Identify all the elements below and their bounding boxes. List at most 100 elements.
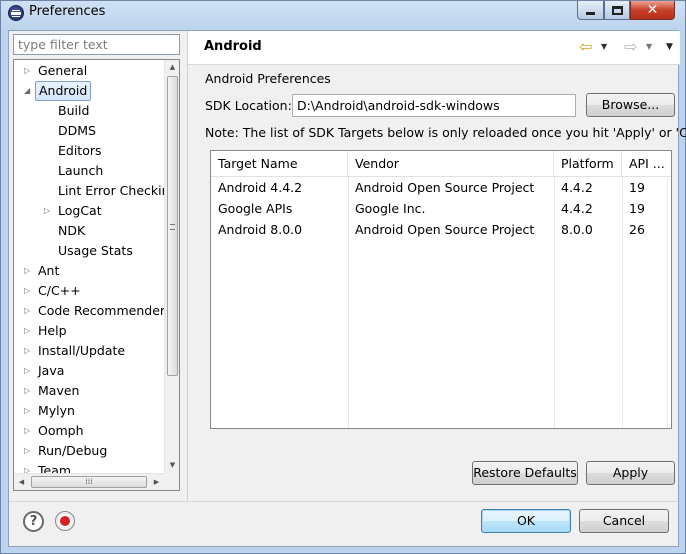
tree-item-label: Maven xyxy=(38,383,80,398)
tree-item-label: C/C++ xyxy=(38,283,81,298)
minimize-button[interactable] xyxy=(577,1,604,20)
maximize-icon xyxy=(611,5,623,15)
table-row[interactable]: Android 4.4.2 Android Open Source Projec… xyxy=(211,177,671,198)
help-icon[interactable]: ? xyxy=(23,511,44,532)
expand-arrow-icon[interactable]: ▷ xyxy=(24,341,34,361)
tree-item-label: Lint Error Checking xyxy=(58,183,178,198)
preference-tree[interactable]: ▷ General ◢ Android Build DDMS Editors Launch Li… xyxy=(13,59,180,491)
scroll-right-icon[interactable]: ▶ xyxy=(149,474,164,490)
maximize-button[interactable] xyxy=(604,1,630,20)
expand-arrow-icon[interactable]: ▷ xyxy=(24,361,34,381)
tree-item[interactable]: ▷ General xyxy=(14,61,164,81)
sdk-targets-table[interactable]: Target Name Vendor Platform API ... Andr… xyxy=(210,150,672,429)
close-button[interactable]: ✕ xyxy=(630,1,675,20)
back-arrow-icon[interactable]: ⇦ xyxy=(579,37,592,57)
scroll-thumb[interactable] xyxy=(167,76,178,376)
expand-arrow-icon[interactable]: ▷ xyxy=(24,421,34,441)
cancel-button[interactable]: Cancel xyxy=(579,509,669,533)
scroll-down-icon[interactable]: ▼ xyxy=(165,458,179,473)
tree-item-label: Oomph xyxy=(38,423,84,438)
tree-item[interactable]: ▷ Maven xyxy=(14,381,164,401)
cell-vendor: Google Inc. xyxy=(355,201,426,216)
tree-item[interactable]: ▷ Java xyxy=(14,361,164,381)
scroll-up-icon[interactable]: ▲ xyxy=(165,60,179,75)
preferences-heading: Android Preferences xyxy=(205,71,331,86)
tree-item-label: Usage Stats xyxy=(58,243,133,258)
sdk-location-label: SDK Location: xyxy=(205,98,292,113)
cell-vendor: Android Open Source Project xyxy=(355,222,535,237)
cell-platform: 8.0.0 xyxy=(561,222,593,237)
tree-item[interactable]: ▷ Ant xyxy=(14,261,164,281)
page-title: Android xyxy=(204,39,262,54)
minimize-icon xyxy=(586,11,595,15)
tree-item-label: DDMS xyxy=(58,123,96,138)
tree-item[interactable]: Usage Stats xyxy=(14,241,164,261)
tree-item[interactable]: ▷ Help xyxy=(14,321,164,341)
browse-button[interactable]: Browse... xyxy=(586,93,675,117)
tree-item-label: General xyxy=(38,63,88,78)
tree-item[interactable]: ▷ Code Recommenders xyxy=(14,301,172,321)
tree-vertical-scrollbar[interactable]: ▲ ▼ xyxy=(164,60,179,473)
table-row[interactable]: Google APIs Google Inc. 4.4.2 19 xyxy=(211,198,671,219)
tree-item[interactable]: ▷ Oomph xyxy=(14,421,164,441)
column-header-platform[interactable]: Platform xyxy=(554,151,622,177)
column-header-vendor[interactable]: Vendor xyxy=(348,151,554,177)
tree-item[interactable]: Editors xyxy=(14,141,164,161)
back-history-dropdown-icon[interactable]: ▼ xyxy=(601,37,607,57)
scroll-grip-icon xyxy=(170,224,175,230)
horizontal-scroll-thumb[interactable]: ⁞⁞⁞ xyxy=(31,476,147,488)
record-macro-icon[interactable] xyxy=(55,511,75,531)
tree-item-label: Code Recommenders xyxy=(38,303,172,318)
expand-arrow-icon[interactable]: ▷ xyxy=(24,321,34,341)
restore-defaults-button[interactable]: Restore Defaults xyxy=(472,461,578,485)
column-header-target-name[interactable]: Target Name xyxy=(211,151,348,177)
sdk-location-input[interactable]: D:\Android\android-sdk-windows xyxy=(292,94,576,117)
tree-item[interactable]: ◢ Android xyxy=(14,81,164,101)
tree-horizontal-scrollbar[interactable]: ◀ ⁞⁞⁞ ▶ xyxy=(14,473,164,490)
view-menu-icon[interactable]: ▼ xyxy=(666,37,673,57)
expand-arrow-icon[interactable]: ▷ xyxy=(24,381,34,401)
tree-item[interactable]: Lint Error Checking xyxy=(14,181,177,201)
expand-arrow-icon[interactable]: ▷ xyxy=(24,401,34,421)
tree-item-label: Mylyn xyxy=(38,403,75,418)
cell-api: 19 xyxy=(629,201,645,216)
dialog-client-area: type filter text ▷ General ◢ Android Build DD… xyxy=(8,30,686,547)
tree-item[interactable]: Launch xyxy=(14,161,164,181)
cell-api: 26 xyxy=(629,222,645,237)
expand-arrow-icon[interactable]: ▷ xyxy=(24,281,34,301)
collapse-arrow-icon[interactable]: ◢ xyxy=(24,81,34,101)
tree-item[interactable]: DDMS xyxy=(14,121,164,141)
forward-history-dropdown-icon[interactable]: ▼ xyxy=(646,37,652,57)
tree-item[interactable]: ▷ LogCat xyxy=(14,201,164,221)
page-header: Android ⇦ ▼ ⇨ ▼ ▼ xyxy=(188,31,680,65)
forward-arrow-icon[interactable]: ⇨ xyxy=(624,37,637,57)
title-bar[interactable]: Preferences ✕ xyxy=(1,1,685,25)
panel-divider[interactable] xyxy=(187,31,188,501)
expand-arrow-icon[interactable]: ▷ xyxy=(24,441,34,461)
sdk-targets-note: Note: The list of SDK Targets below is o… xyxy=(205,125,686,140)
cell-target-name: Google APIs xyxy=(218,201,293,216)
tree-item-label: LogCat xyxy=(58,203,102,218)
tree-item[interactable]: Build xyxy=(14,101,164,121)
tree-item-label: Android xyxy=(35,81,92,101)
tree-item[interactable]: ▷ C/C++ xyxy=(14,281,164,301)
ok-button[interactable]: OK xyxy=(481,509,571,533)
filter-input[interactable]: type filter text xyxy=(13,34,180,55)
cell-target-name: Android 8.0.0 xyxy=(218,222,303,237)
tree-item[interactable]: NDK xyxy=(14,221,164,241)
expand-arrow-icon[interactable]: ▷ xyxy=(24,301,34,321)
table-row[interactable]: Android 8.0.0 Android Open Source Projec… xyxy=(211,219,671,240)
eclipse-app-icon xyxy=(8,5,24,21)
tree-item-label: Run/Debug xyxy=(38,443,108,458)
tree-item-label: NDK xyxy=(58,223,86,238)
expand-arrow-icon[interactable]: ▷ xyxy=(44,201,54,221)
window-title: Preferences xyxy=(29,4,106,19)
expand-arrow-icon[interactable]: ▷ xyxy=(24,61,34,81)
column-header-api[interactable]: API ... xyxy=(622,151,671,177)
tree-item[interactable]: ▷ Mylyn xyxy=(14,401,164,421)
tree-item[interactable]: ▷ Install/Update xyxy=(14,341,164,361)
expand-arrow-icon[interactable]: ▷ xyxy=(24,261,34,281)
tree-item[interactable]: ▷ Run/Debug xyxy=(14,441,164,461)
scroll-left-icon[interactable]: ◀ xyxy=(14,474,29,490)
apply-button[interactable]: Apply xyxy=(586,461,675,485)
